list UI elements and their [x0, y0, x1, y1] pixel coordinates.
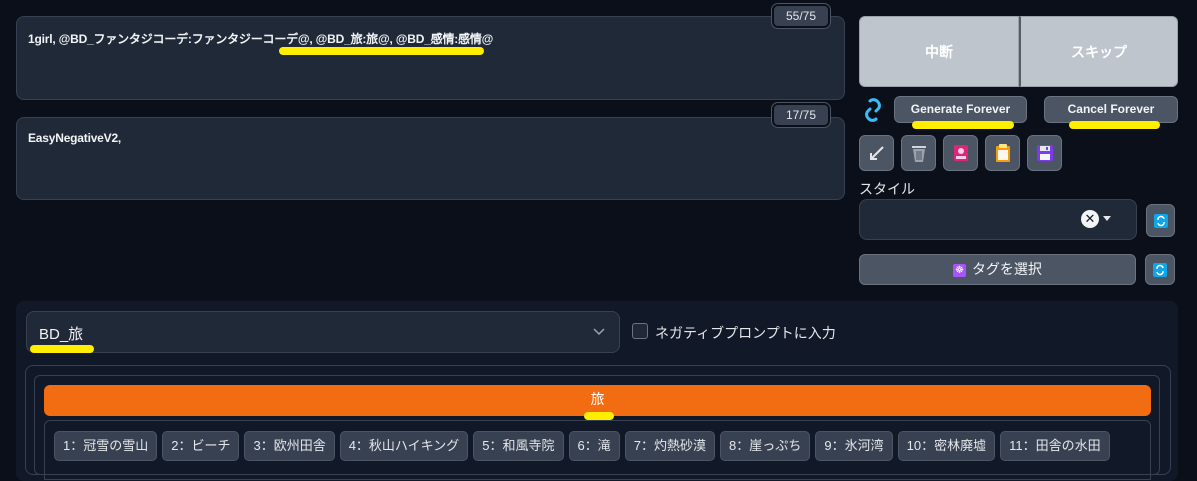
prompt-highlight-marker	[279, 47, 484, 55]
image-icon	[953, 145, 968, 161]
styles-dropdown[interactable]: ✕	[859, 199, 1137, 240]
clear-button[interactable]	[901, 135, 936, 171]
tag-list: 1：冠雪の雪山 2：ビーチ 3：欧州田舎 4：秋山ハイキング 5：和風寺院 6：滝 7：灼熱…	[44, 420, 1151, 480]
tag-button[interactable]: 5：和風寺院	[473, 431, 564, 461]
clear-icon[interactable]: ✕	[1081, 210, 1099, 228]
refresh-icon	[1153, 262, 1167, 277]
tag-button[interactable]: 6：滝	[568, 431, 620, 461]
tag-select-button[interactable]: ☸ タグを選択	[859, 254, 1136, 285]
prompt-textbox[interactable]: 1girl, @BD_ファンタジコーデ:ファンタジーコーデ@, @BD_旅:旅@…	[16, 16, 845, 100]
group-title-highlight	[584, 412, 614, 420]
tag-select-icon: ☸	[953, 263, 967, 277]
negative-prompt-textbox[interactable]: EasyNegativeV2,	[16, 117, 845, 200]
tag-button[interactable]: 1：冠雪の雪山	[54, 431, 158, 461]
prompt-text: 1girl, @BD_ファンタジコーデ:ファンタジーコーデ@, @BD_旅:旅@…	[28, 32, 494, 46]
tag-button[interactable]: 7：灼熱砂漠	[624, 431, 715, 461]
clipboard-icon	[995, 144, 1010, 162]
category-highlight	[30, 345, 94, 353]
skip-button[interactable]: スキップ	[1019, 16, 1178, 87]
tag-refresh-button[interactable]	[1145, 254, 1175, 285]
tag-button[interactable]: 9：氷河湾	[815, 431, 893, 461]
negative-token-counter: 17/75	[771, 102, 831, 128]
styles-refresh-button[interactable]	[1146, 204, 1175, 237]
link-icon[interactable]	[862, 98, 884, 122]
refresh-icon	[1153, 213, 1168, 228]
cancel-forever-highlight	[1069, 121, 1160, 129]
generate-forever-label: Generate Forever	[910, 102, 1011, 116]
paste-arrow-button[interactable]	[859, 135, 894, 171]
tag-button[interactable]: 11：田舎の水田	[1000, 431, 1110, 461]
chevron-down-icon	[593, 328, 605, 336]
interrupt-button[interactable]: 中断	[859, 16, 1019, 87]
tag-select-label: タグを選択	[971, 261, 1042, 277]
generate-forever-button[interactable]: Generate Forever	[894, 96, 1027, 123]
generate-forever-highlight	[912, 121, 1014, 129]
extra-networks-button[interactable]	[943, 135, 978, 171]
negative-prompt-text: EasyNegativeV2,	[28, 131, 122, 145]
styles-label: スタイル	[859, 181, 915, 197]
category-dropdown[interactable]: BD_旅	[26, 311, 620, 353]
apply-styles-button[interactable]	[985, 135, 1020, 171]
cancel-forever-button[interactable]: Cancel Forever	[1044, 96, 1178, 123]
dropdown-caret-icon	[1103, 216, 1111, 221]
tag-button[interactable]: 10：密林廃墟	[897, 431, 996, 461]
cancel-forever-label: Cancel Forever	[1067, 102, 1155, 116]
arrow-icon	[869, 146, 884, 160]
tag-button[interactable]: 3：欧州田舎	[244, 431, 335, 461]
save-icon	[1036, 145, 1053, 161]
tag-button[interactable]: 4：秋山ハイキング	[339, 431, 469, 461]
negative-checkbox-label: ネガティブプロンプトに入力	[655, 325, 836, 341]
category-selected: BD_旅	[39, 326, 84, 343]
group-title: 旅	[590, 391, 605, 407]
prompt-token-counter: 55/75	[771, 3, 831, 29]
negative-checkbox[interactable]	[632, 323, 648, 339]
tag-button[interactable]: 2：ビーチ	[162, 431, 240, 461]
tag-button[interactable]: 8：崖っぷち	[720, 431, 811, 461]
trash-icon	[911, 146, 926, 162]
save-style-button[interactable]	[1027, 135, 1062, 171]
